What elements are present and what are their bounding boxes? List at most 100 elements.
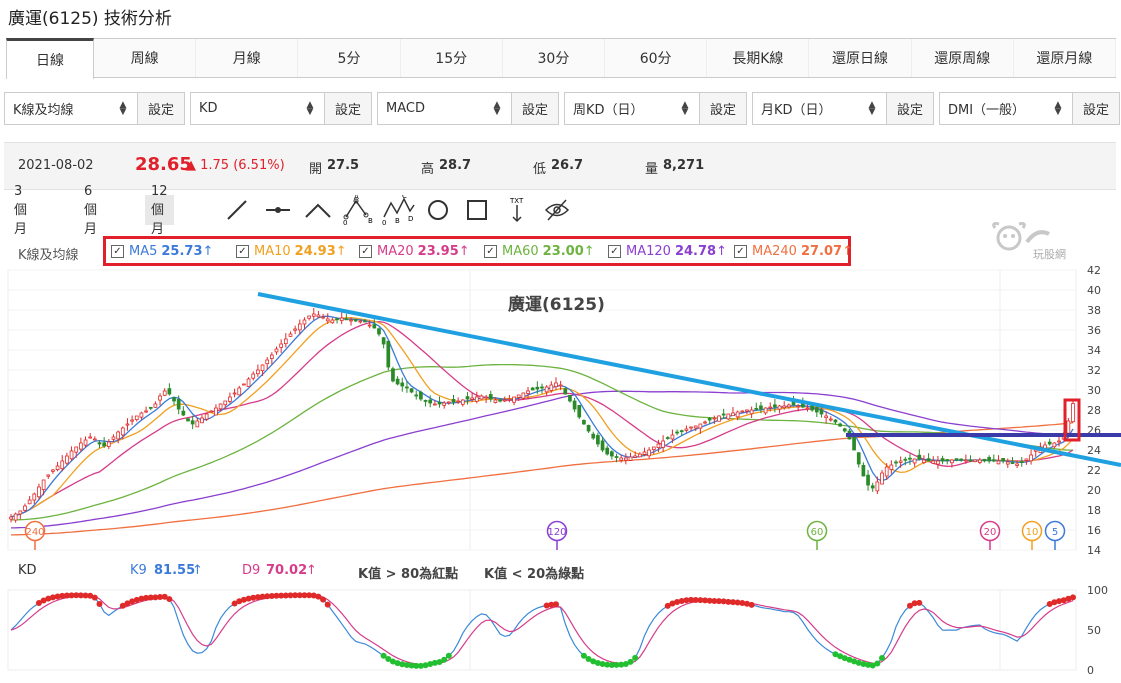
- dropdown-arrows-icon[interactable]: ▲ ▼: [304, 100, 316, 116]
- dropdown-arrows-icon[interactable]: ▲ ▼: [117, 100, 129, 116]
- candle: [186, 418, 190, 422]
- ma-legend-ma120[interactable]: ✓ MA120 24.78 ↑: [608, 244, 727, 259]
- settings-button[interactable]: 設定: [511, 93, 558, 124]
- tab-5[interactable]: 30分: [502, 39, 606, 77]
- candle-body: [852, 437, 856, 451]
- candle-body: [41, 479, 46, 490]
- tab-9[interactable]: 還原周線: [911, 39, 1014, 77]
- selector-value[interactable]: 月KD（日）: [753, 99, 866, 118]
- ma-legend-ma20[interactable]: ✓ MA20 23.95 ↑: [359, 244, 470, 259]
- candle-body: [158, 395, 162, 401]
- range-button-2[interactable]: 12 個月: [145, 184, 174, 237]
- settings-button[interactable]: 設定: [137, 93, 184, 124]
- ma-legend-ma5[interactable]: ✓ MA5 25.73 ↑: [111, 244, 213, 259]
- candle-body: [288, 333, 293, 337]
- ma-value: 27.07: [800, 244, 843, 259]
- candle-body: [237, 387, 242, 396]
- ma-legend-ma60[interactable]: ✓ MA60 23.00 ↑: [484, 244, 595, 259]
- candle: [377, 327, 381, 337]
- angle-tool-icon[interactable]: [304, 195, 334, 225]
- selector-value[interactable]: K線及均線: [5, 99, 117, 118]
- candle: [596, 432, 600, 448]
- candle-body: [526, 390, 530, 394]
- selector-value[interactable]: 周KD（日）: [565, 99, 679, 118]
- candle-body: [97, 442, 102, 445]
- candle: [419, 390, 423, 402]
- ma-legend-ma10[interactable]: ✓ MA10 24.93 ↑: [236, 244, 347, 259]
- tab-0[interactable]: 日線: [6, 38, 94, 79]
- selector-value[interactable]: DMI（一般）: [940, 99, 1052, 118]
- candle-body: [1052, 442, 1057, 448]
- wave-pattern-tool-icon[interactable]: 0BCD: [382, 195, 416, 227]
- candle: [269, 352, 274, 365]
- dropdown-arrows-icon[interactable]: ▲ ▼: [491, 100, 503, 116]
- candle: [256, 364, 260, 377]
- candle-body: [437, 401, 442, 405]
- kd-red-dot: [552, 601, 559, 608]
- candle: [55, 461, 60, 472]
- candle: [880, 470, 884, 485]
- candle-body: [242, 383, 246, 386]
- checkbox-icon[interactable]: ✓: [236, 245, 249, 258]
- circle-tool-icon[interactable]: [426, 195, 452, 225]
- tab-1[interactable]: 周線: [94, 39, 197, 77]
- checkbox-icon[interactable]: ✓: [734, 245, 747, 258]
- dropdown-arrows-icon[interactable]: ▲ ▼: [679, 100, 691, 116]
- dropdown-arrows-icon[interactable]: ▲ ▼: [1052, 100, 1064, 116]
- abc-pattern-tool-icon[interactable]: 0AB: [342, 195, 374, 227]
- candle-body: [773, 404, 777, 408]
- settings-button[interactable]: 設定: [699, 93, 746, 124]
- candle-body: [423, 400, 428, 402]
- page-title: 廣運(6125) 技術分析: [8, 9, 172, 29]
- candle-body: [307, 315, 311, 319]
- candle-body: [23, 505, 27, 511]
- tab-7[interactable]: 長期K線: [707, 39, 810, 77]
- tab-10[interactable]: 還原月線: [1013, 39, 1117, 77]
- checkbox-icon[interactable]: ✓: [359, 245, 372, 258]
- candle-body: [470, 397, 474, 400]
- candle: [856, 452, 861, 468]
- tab-6[interactable]: 60分: [605, 39, 708, 77]
- horizontal-line-tool-icon[interactable]: [264, 195, 294, 225]
- candle-body: [13, 513, 18, 521]
- selector-value[interactable]: KD: [191, 101, 304, 116]
- selector-value[interactable]: MACD: [378, 101, 491, 116]
- candle-body: [1047, 441, 1052, 445]
- settings-button[interactable]: 設定: [324, 93, 371, 124]
- ma-marker-10: 10: [1021, 520, 1043, 550]
- up-arrow-icon: ↑: [458, 244, 470, 259]
- d-value: 70.02: [266, 563, 308, 578]
- text-tool-icon[interactable]: TXT: [508, 195, 528, 225]
- tab-3[interactable]: 5分: [298, 39, 401, 77]
- range-button-1[interactable]: 6 個月: [78, 184, 103, 237]
- candle-body: [884, 466, 889, 477]
- candle-body: [521, 392, 526, 399]
- ma-legend-ma240[interactable]: ✓ MA240 27.07 ↑: [734, 244, 853, 259]
- candle-body: [186, 418, 190, 422]
- line-tool-icon[interactable]: [222, 195, 252, 225]
- up-arrow-icon: ↑: [842, 244, 853, 259]
- candle-body: [954, 458, 959, 461]
- tab-2[interactable]: 月線: [196, 39, 299, 77]
- candle-body: [446, 401, 451, 404]
- kd-green-dot: [627, 658, 634, 665]
- hide-drawings-eye-icon[interactable]: [544, 195, 570, 225]
- selector-1: KD ▲ ▼ 設定: [190, 92, 372, 125]
- candle-body: [917, 454, 922, 460]
- up-arrow-icon: ↑: [202, 244, 214, 259]
- settings-button[interactable]: 設定: [1072, 93, 1119, 124]
- candle-body: [344, 318, 349, 321]
- settings-button[interactable]: 設定: [886, 93, 933, 124]
- tab-4[interactable]: 15分: [400, 39, 503, 77]
- checkbox-icon[interactable]: ✓: [111, 245, 124, 258]
- checkbox-icon[interactable]: ✓: [484, 245, 497, 258]
- candle: [852, 436, 856, 451]
- candle: [474, 391, 479, 404]
- rectangle-tool-icon[interactable]: [466, 195, 490, 225]
- y-tick-label: 34: [1087, 344, 1101, 357]
- tab-8[interactable]: 還原日線: [809, 39, 912, 77]
- candle-body: [693, 425, 698, 429]
- checkbox-icon[interactable]: ✓: [608, 245, 621, 258]
- dropdown-arrows-icon[interactable]: ▲ ▼: [866, 100, 878, 116]
- range-button-0[interactable]: 3 個月: [8, 184, 33, 237]
